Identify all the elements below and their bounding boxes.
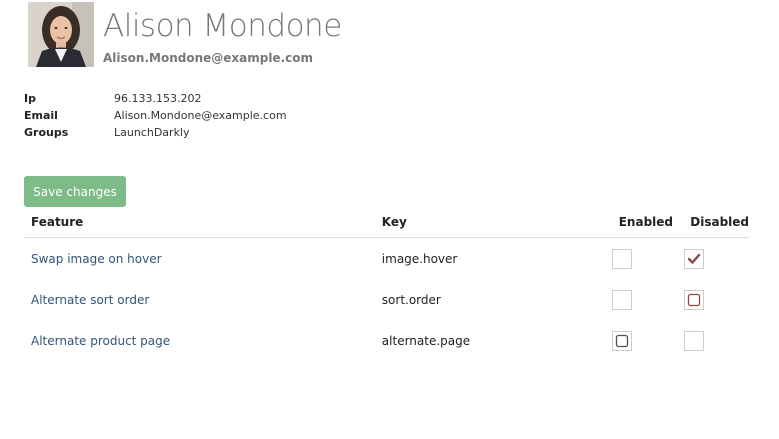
disabled-checkbox[interactable] bbox=[684, 248, 705, 269]
email-value: Alison.Mondone@example.com bbox=[114, 109, 287, 122]
key-cell: sort.order bbox=[375, 279, 612, 320]
feature-key: alternate.page bbox=[381, 333, 471, 348]
key-cell: alternate.page bbox=[375, 320, 612, 361]
focus-ring-icon bbox=[615, 334, 628, 347]
avatar bbox=[28, 2, 94, 67]
enabled-cell bbox=[611, 320, 684, 361]
table-row: Alternate product page alternate.page bbox=[24, 320, 749, 361]
feature-table: Feature Key Enabled Disabled Swap image … bbox=[24, 206, 749, 361]
user-name: Alison Mondone bbox=[103, 8, 342, 44]
disabled-checkbox[interactable] bbox=[684, 289, 705, 310]
header-enabled: Enabled bbox=[611, 206, 684, 238]
enabled-cell bbox=[611, 238, 684, 280]
enabled-checkbox[interactable] bbox=[611, 248, 632, 269]
check-icon bbox=[688, 253, 701, 264]
feature-link[interactable]: Alternate sort order bbox=[31, 293, 149, 307]
table-row: Alternate sort order sort.order bbox=[24, 279, 749, 320]
user-info: Ip 96.133.153.202 Email Alison.Mondone@e… bbox=[24, 91, 287, 142]
feature-link[interactable]: Alternate product page bbox=[31, 334, 170, 348]
header-disabled: Disabled bbox=[683, 206, 749, 238]
feature-key: sort.order bbox=[381, 292, 441, 307]
disabled-cell bbox=[683, 320, 749, 361]
user-email: Alison.Mondone@example.com bbox=[103, 51, 313, 65]
feature-cell: Alternate product page bbox=[24, 320, 375, 361]
disabled-checkbox[interactable] bbox=[684, 330, 705, 351]
key-cell: image.hover bbox=[375, 238, 612, 280]
table-header-row: Feature Key Enabled Disabled bbox=[24, 206, 749, 238]
disabled-cell bbox=[683, 238, 749, 280]
disabled-cell bbox=[683, 279, 749, 320]
header-key: Key bbox=[374, 206, 612, 238]
enabled-cell bbox=[611, 279, 684, 320]
info-row-groups: Groups LaunchDarkly bbox=[24, 125, 287, 142]
info-row-email: Email Alison.Mondone@example.com bbox=[24, 108, 287, 125]
groups-value: LaunchDarkly bbox=[114, 126, 190, 139]
enabled-checkbox[interactable] bbox=[611, 330, 632, 351]
info-label: Email bbox=[24, 109, 58, 122]
ip-value: 96.133.153.202 bbox=[114, 92, 202, 105]
enabled-checkbox[interactable] bbox=[611, 289, 632, 310]
info-row-ip: Ip 96.133.153.202 bbox=[24, 91, 287, 108]
user-photo-icon bbox=[28, 2, 94, 67]
info-label: Groups bbox=[24, 126, 69, 139]
table-row: Swap image on hover image.hover bbox=[24, 238, 749, 280]
feature-cell: Alternate sort order bbox=[24, 279, 375, 320]
save-changes-button[interactable]: Save changes bbox=[24, 176, 126, 207]
header-feature: Feature bbox=[24, 206, 375, 238]
feature-cell: Swap image on hover bbox=[24, 238, 375, 280]
feature-link[interactable]: Swap image on hover bbox=[31, 252, 162, 266]
feature-key: image.hover bbox=[381, 251, 458, 266]
focus-ring-icon bbox=[688, 293, 701, 306]
info-label: Ip bbox=[24, 92, 36, 105]
